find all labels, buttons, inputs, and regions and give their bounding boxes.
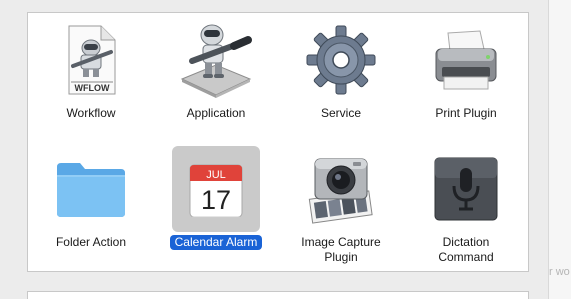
calendar-day: 17 (201, 185, 231, 215)
template-label: Calendar Alarm (169, 235, 263, 250)
template-label: Application (186, 106, 246, 120)
template-calendar-alarm[interactable]: JUL 17 Calendar Alarm (161, 146, 271, 266)
gear-icon (297, 17, 385, 103)
workflow-document-icon: WFLOW (47, 17, 135, 103)
template-grid: WFLOW Workflow Application Service Print… (27, 12, 529, 272)
microphone-icon (422, 146, 510, 232)
template-label: Folder Action (55, 235, 127, 249)
calendar-month: JUL (206, 169, 226, 181)
automator-robot-icon (172, 17, 260, 103)
camera-icon (297, 146, 385, 232)
template-label: Service (320, 106, 361, 120)
cut-off-text: r wo (549, 266, 570, 278)
template-image-capture-plugin[interactable]: Image Capture Plugin (286, 146, 396, 266)
template-label: Image Capture Plugin (301, 235, 381, 264)
template-dictation-command[interactable]: Dictation Command (411, 146, 521, 266)
workflow-doc-text: WFLOW (75, 83, 110, 93)
template-label: Dictation Command (438, 235, 494, 264)
window-edge (548, 0, 571, 299)
template-print-plugin[interactable]: Print Plugin (411, 17, 521, 137)
template-label: Print Plugin (435, 106, 497, 120)
folder-icon (47, 146, 135, 232)
printer-icon (422, 17, 510, 103)
template-application[interactable]: Application (161, 17, 271, 137)
description-box (27, 291, 529, 299)
calendar-icon: JUL 17 (172, 146, 260, 232)
template-workflow[interactable]: WFLOW Workflow (36, 17, 146, 137)
template-folder-action[interactable]: Folder Action (36, 146, 146, 266)
template-service[interactable]: Service (286, 17, 396, 137)
template-label: Workflow (66, 106, 116, 120)
